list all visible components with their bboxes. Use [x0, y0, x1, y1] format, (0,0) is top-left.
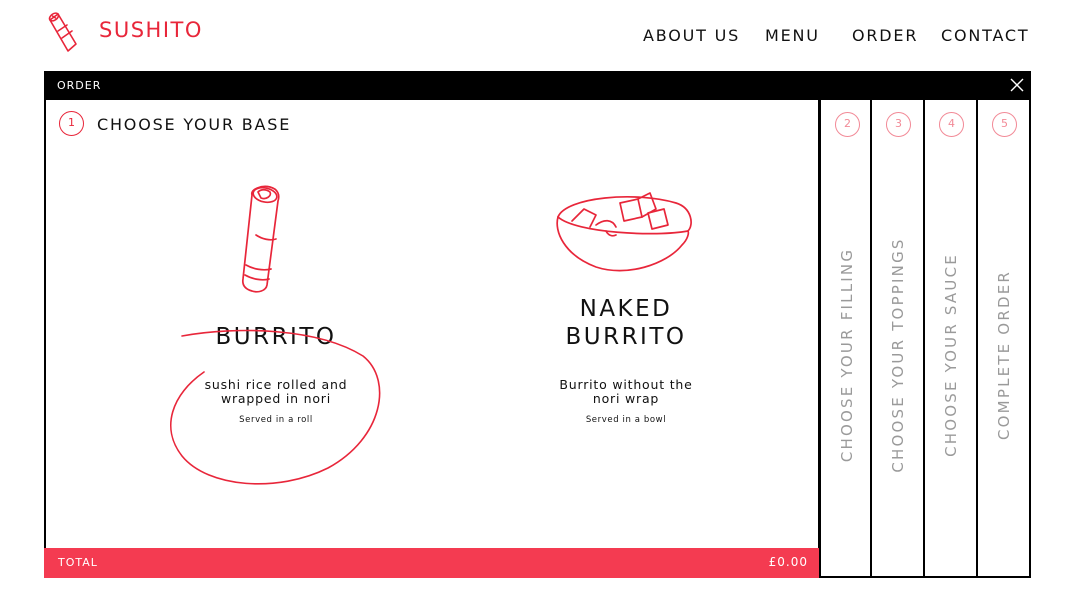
- order-modal: ORDER 1 CHOOSE YOUR BASE BURRITO sushi r…: [44, 71, 1031, 578]
- step-label: CHOOSE YOUR FILLING: [838, 247, 856, 463]
- step-number-badge: 2: [835, 112, 860, 137]
- total-bar: TOTAL £0.00: [44, 548, 820, 578]
- option-description-line2: nori wrap: [592, 391, 660, 406]
- nav-contact[interactable]: CONTACT: [941, 26, 1029, 45]
- option-description-line2: wrapped in nori: [220, 391, 332, 406]
- step-tab-filling[interactable]: 2 CHOOSE YOUR FILLING: [819, 100, 872, 578]
- modal-title: ORDER: [57, 79, 102, 92]
- total-value: £0.00: [768, 555, 808, 569]
- step-tab-complete-order[interactable]: 5 COMPLETE ORDER: [978, 100, 1031, 578]
- burrito-roll-icon: [241, 185, 280, 293]
- site-header: SUSHITO ABOUT US MENU ORDER CONTACT: [0, 0, 1076, 70]
- choose-base-panel: 1 CHOOSE YOUR BASE BURRITO sushi rice ro…: [44, 100, 820, 548]
- brand-name[interactable]: SUSHITO: [99, 18, 203, 42]
- option-burrito[interactable]: BURRITO sushi rice rolled and wrapped in…: [166, 175, 386, 495]
- step-tab-sauce[interactable]: 4 CHOOSE YOUR SAUCE: [925, 100, 978, 578]
- step-number-badge: 5: [992, 112, 1017, 137]
- nav-about-us[interactable]: ABOUT US: [643, 26, 740, 45]
- option-naked-burrito[interactable]: NAKED BURRITO Burrito without the nori w…: [516, 175, 736, 495]
- modal-title-bar: ORDER: [44, 71, 1031, 100]
- nav-menu[interactable]: MENU: [765, 26, 820, 45]
- step-number-badge: 4: [939, 112, 964, 137]
- poke-bowl-icon: [556, 192, 692, 272]
- total-label: TOTAL: [58, 556, 98, 569]
- step-title: CHOOSE YOUR BASE: [97, 115, 292, 134]
- option-name-line2: BURRITO: [565, 324, 687, 350]
- sushi-roll-icon[interactable]: [46, 10, 90, 54]
- option-served: Served in a bowl: [585, 415, 667, 425]
- close-icon[interactable]: [1009, 77, 1025, 93]
- step-label: CHOOSE YOUR TOPPINGS: [889, 237, 907, 473]
- option-served: Served in a roll: [239, 415, 313, 425]
- step-number-badge: 1: [59, 111, 84, 136]
- step-number-badge: 3: [886, 112, 911, 137]
- step-label: COMPLETE ORDER: [995, 270, 1013, 440]
- step-label: CHOOSE YOUR SAUCE: [942, 253, 960, 457]
- option-name: BURRITO: [215, 324, 337, 350]
- step-tab-toppings[interactable]: 3 CHOOSE YOUR TOPPINGS: [872, 100, 925, 578]
- option-description: sushi rice rolled and: [204, 377, 348, 392]
- option-description: Burrito without the: [559, 377, 693, 392]
- nav-order[interactable]: ORDER: [852, 26, 918, 45]
- option-name: NAKED: [579, 296, 673, 322]
